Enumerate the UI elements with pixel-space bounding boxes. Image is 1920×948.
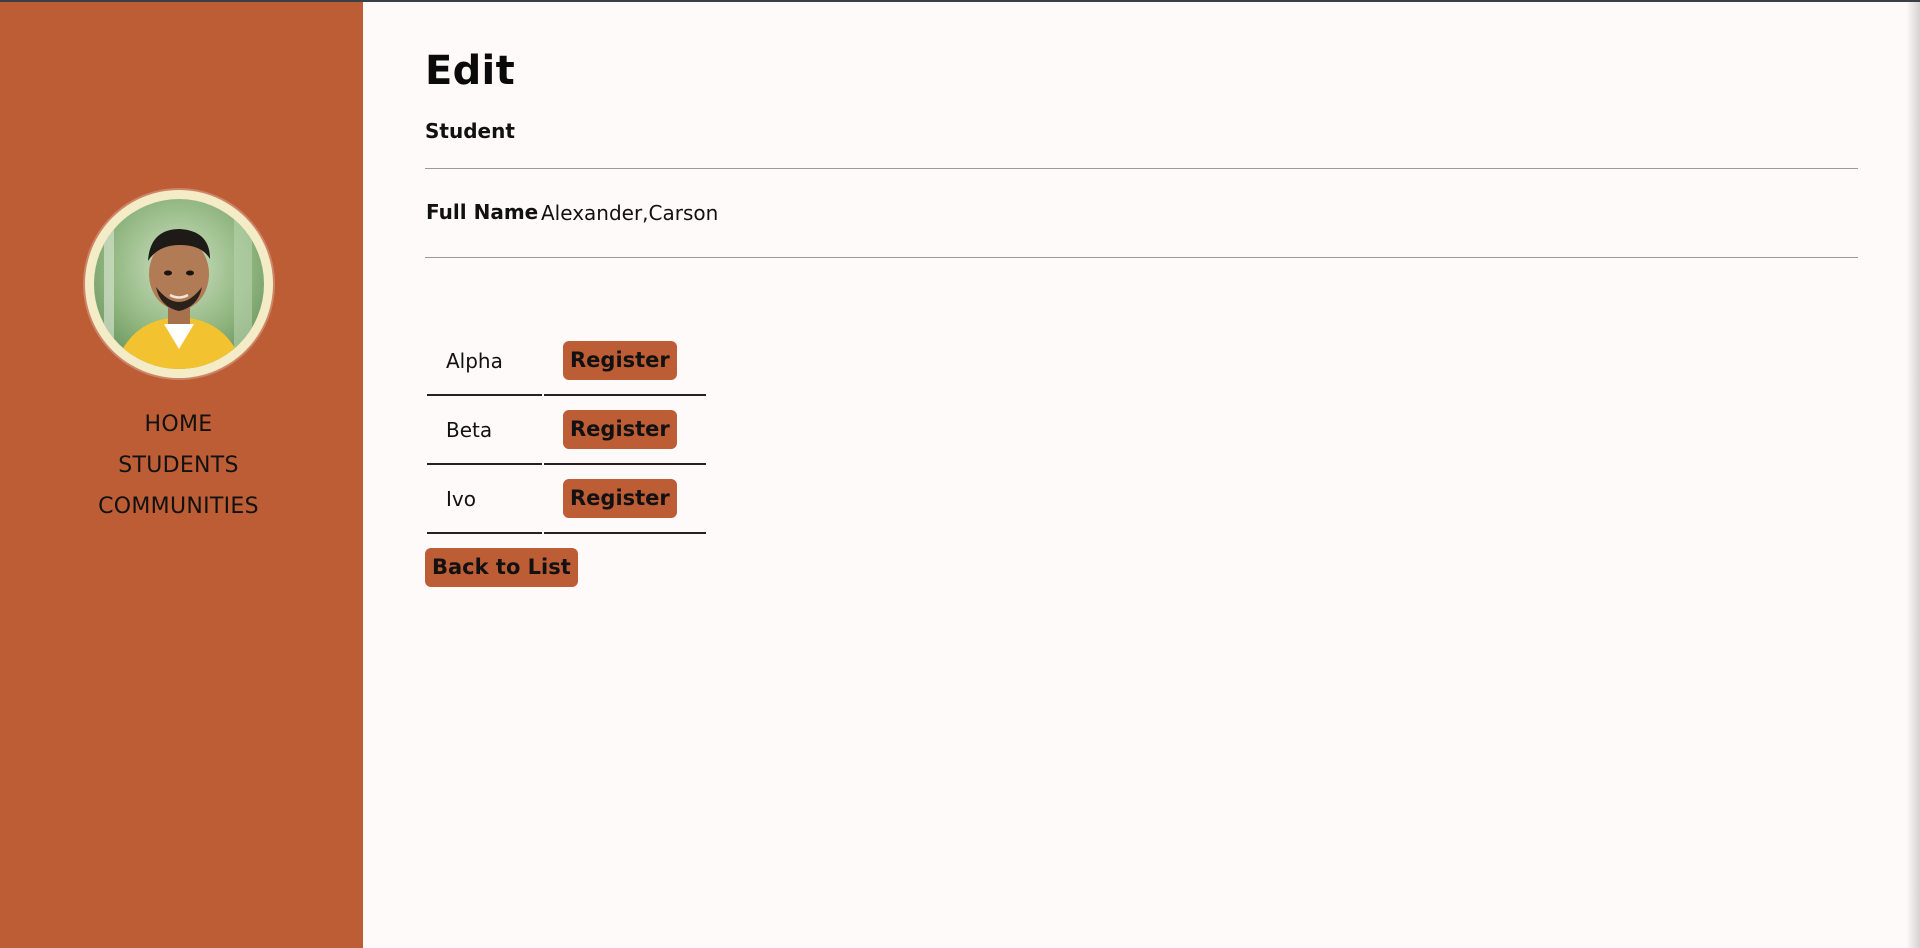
scroll-edge-shadow — [1906, 0, 1920, 948]
table-row: Alpha Register — [427, 327, 706, 396]
avatar-photo — [94, 199, 264, 369]
page-subtitle: Student — [425, 119, 515, 143]
register-button[interactable]: Register — [563, 479, 677, 518]
main-content: Edit Student Full Name Alexander,Carson … — [363, 0, 1920, 948]
main-nav: HOME STUDENTS COMMUNITIES — [0, 404, 357, 527]
table-row: Beta Register — [427, 396, 706, 465]
sidebar: HOME STUDENTS COMMUNITIES — [0, 0, 363, 948]
avatar — [85, 190, 273, 378]
register-button[interactable]: Register — [563, 410, 677, 449]
window-top-border — [0, 0, 1920, 2]
community-name: Alpha — [427, 327, 542, 396]
table-row: Ivo Register — [427, 465, 706, 534]
full-name-value: Alexander,Carson — [541, 201, 719, 225]
divider — [425, 168, 1858, 169]
nav-students-link[interactable]: STUDENTS — [0, 445, 357, 486]
community-name: Ivo — [427, 465, 542, 534]
nav-communities-link[interactable]: COMMUNITIES — [0, 486, 357, 527]
full-name-label: Full Name — [426, 200, 539, 224]
register-button[interactable]: Register — [563, 341, 677, 380]
divider — [425, 257, 1858, 258]
community-name: Beta — [427, 396, 542, 465]
nav-home-link[interactable]: HOME — [0, 404, 357, 445]
back-to-list-button[interactable]: Back to List — [425, 548, 578, 587]
page-title: Edit — [425, 48, 515, 94]
communities-table: Alpha Register Beta Register Ivo Registe… — [427, 327, 706, 534]
